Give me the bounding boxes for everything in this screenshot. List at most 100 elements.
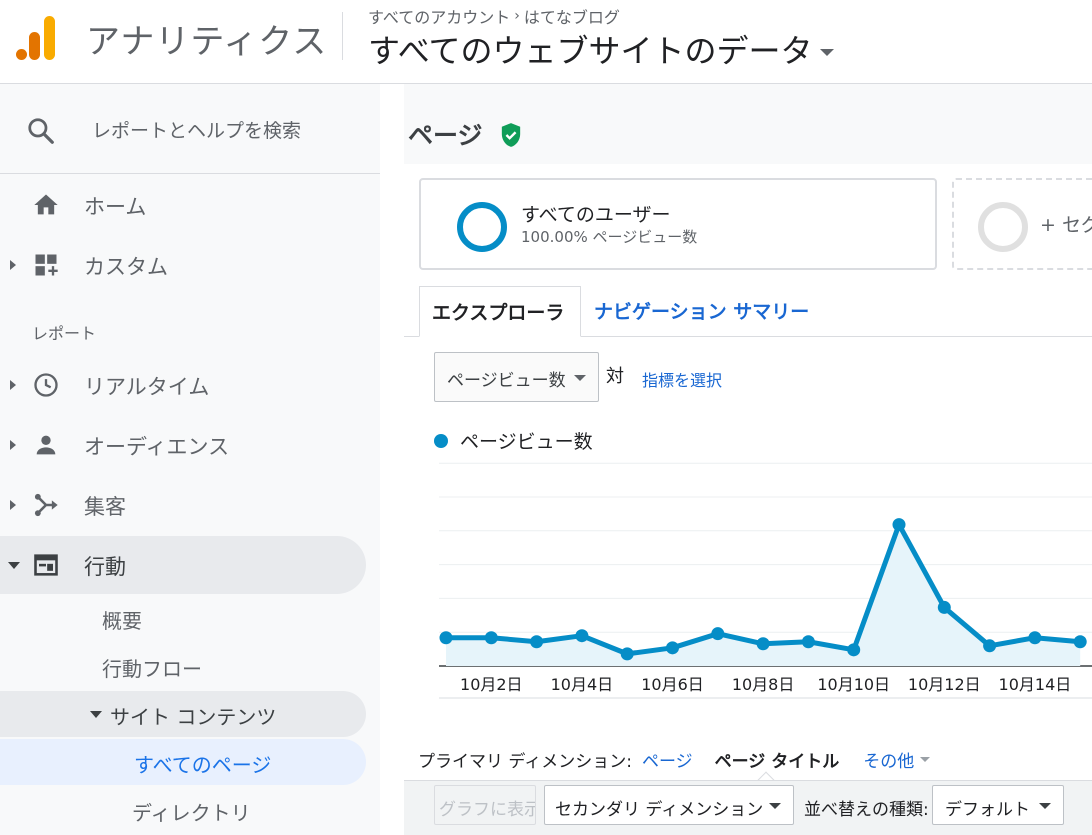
secondary-dimension-label: セカンダリ ディメンション <box>555 800 764 820</box>
chart-legend: ページビュー数 <box>434 427 593 454</box>
dimension-other-dropdown[interactable]: その他 <box>863 747 931 772</box>
verified-shield-icon[interactable] <box>500 122 522 148</box>
sidebar-item-realtime[interactable]: リアルタイム <box>0 356 366 414</box>
data-point[interactable] <box>1028 631 1042 645</box>
table-toolbar: グラフに表示 セカンダリ ディメンション 並べ替えの種類: デフォルト <box>404 780 1092 835</box>
metric-select[interactable]: ページビュー数 <box>434 352 599 402</box>
analytics-logo-icon[interactable] <box>16 16 58 60</box>
x-tick-label: 10月6日 <box>641 675 704 694</box>
add-segment-card[interactable]: + セグ <box>952 178 1092 270</box>
clock-icon <box>34 373 58 397</box>
acquisition-icon <box>34 493 58 517</box>
sidebar-subitem-overview[interactable]: 概要 <box>0 595 366 641</box>
sidebar-item-behavior[interactable]: 行動 <box>0 536 366 594</box>
data-point[interactable] <box>1073 635 1087 649</box>
data-point[interactable] <box>983 639 997 653</box>
segment-placeholder-ring <box>978 202 1028 252</box>
sidebar-item-home[interactable]: ホーム <box>0 176 366 234</box>
data-point[interactable] <box>439 631 453 645</box>
data-point[interactable] <box>620 647 634 661</box>
segment-color-ring <box>457 202 507 252</box>
sidebar-subitem-all-pages[interactable]: すべてのページ <box>0 739 366 785</box>
breadcrumb-account[interactable]: すべてのアカウント <box>368 4 510 28</box>
series-line <box>446 522 1081 657</box>
sidebar-item-label: ホーム <box>84 195 147 219</box>
chevron-down-icon[interactable] <box>90 711 102 718</box>
legend-dot <box>434 433 448 448</box>
data-point[interactable] <box>847 643 861 657</box>
data-point[interactable] <box>801 635 815 649</box>
plot-rows-button[interactable]: グラフに表示 <box>434 785 536 825</box>
dashboard-add-icon <box>35 254 58 276</box>
view-name: すべてのウェブサイトのデータ <box>368 32 813 70</box>
sidebar-subitem-label: 概要 <box>102 609 142 633</box>
sidebar-item-acquisition[interactable]: 集客 <box>0 476 366 534</box>
data-point[interactable] <box>892 518 906 532</box>
app-header: アナリティクス すべてのアカウント › はてなブログ すべてのウェブサイトのデー… <box>0 0 1092 84</box>
sidebar-item-label: 行動 <box>84 555 126 579</box>
versus-label: 対 <box>606 366 624 387</box>
chevron-right-icon[interactable] <box>10 500 16 510</box>
breadcrumb-separator: › <box>514 8 520 24</box>
sidebar: レポートとヘルプを検索 ホーム カスタム レポート リアルタイム オーディエンス <box>0 84 380 835</box>
chevron-down-icon[interactable] <box>8 562 20 569</box>
page-title: ページ <box>408 121 483 150</box>
person-icon <box>36 435 56 455</box>
sidebar-subitem-label: サイト コンテンツ <box>110 705 277 729</box>
segment-name: すべてのユーザー <box>521 204 671 226</box>
behavior-icon <box>34 554 58 576</box>
chevron-down-icon <box>920 756 931 762</box>
sidebar-subitem-flow[interactable]: 行動フロー <box>0 643 366 689</box>
home-icon <box>34 194 58 215</box>
sidebar-item-custom[interactable]: カスタム <box>0 236 366 294</box>
breadcrumb-property[interactable]: はてなブログ <box>524 4 620 28</box>
dimension-page-link[interactable]: ページ <box>642 747 693 772</box>
pageviews-chart[interactable]: 10月2日 10月4日 10月6日 10月8日 10月10日 10月12日 10月14日 <box>404 454 1092 704</box>
secondary-dimension-select[interactable]: セカンダリ ディメンション <box>544 785 794 825</box>
search-input[interactable]: レポートとヘルプを検索 <box>92 116 301 143</box>
sort-type-label: 並べ替えの種類: <box>804 800 929 820</box>
data-point[interactable] <box>937 600 951 614</box>
select-metric-link[interactable]: 指標を選択 <box>642 367 722 391</box>
primary-dimension-label: プライマリ ディメンション: <box>418 751 632 772</box>
data-point[interactable] <box>530 635 544 649</box>
primary-dimension-row: プライマリ ディメンション: ページ ページ タイトル その他 <box>418 744 1092 774</box>
sidebar-subitem-site-content[interactable]: サイト コンテンツ <box>0 691 366 737</box>
chevron-right-icon[interactable] <box>10 260 16 270</box>
legend-label: ページビュー数 <box>460 431 593 453</box>
sidebar-subitem-label: 行動フロー <box>102 657 202 681</box>
x-tick-label: 10月10日 <box>817 675 890 694</box>
sidebar-search[interactable]: レポートとヘルプを検索 <box>0 84 380 174</box>
segment-card-all-users[interactable]: すべてのユーザー 100.00% ページビュー数 <box>419 178 937 270</box>
data-point[interactable] <box>666 641 679 655</box>
chevron-right-icon[interactable] <box>10 380 16 390</box>
x-tick-label: 10月12日 <box>908 675 981 694</box>
segment-detail: 100.00% ページビュー数 <box>521 228 698 246</box>
sidebar-item-audience[interactable]: オーディエンス <box>0 416 366 474</box>
sidebar-item-label: オーディエンス <box>84 435 230 459</box>
data-point[interactable] <box>711 627 725 641</box>
sidebar-subitem-directory[interactable]: ディレクトリ <box>0 787 366 833</box>
sort-type-value: デフォルト <box>945 800 1030 820</box>
sidebar-item-label: カスタム <box>84 255 168 279</box>
add-segment-label: + セグ <box>1040 214 1092 236</box>
breadcrumb[interactable]: すべてのアカウント › はてなブログ <box>368 4 620 28</box>
data-point[interactable] <box>484 631 498 645</box>
tab-navigation-summary[interactable]: ナビゲーション サマリー <box>594 297 809 324</box>
app-name: アナリティクス <box>86 22 328 62</box>
sort-type-select[interactable]: デフォルト <box>932 785 1064 825</box>
sidebar-subitem-label: ディレクトリ <box>132 801 251 825</box>
metric-select-value: ページビュー数 <box>447 371 566 391</box>
tab-explorer[interactable]: エクスプローラ <box>419 286 581 337</box>
chevron-right-icon[interactable] <box>10 440 16 450</box>
data-point[interactable] <box>575 629 589 643</box>
data-point[interactable] <box>756 637 770 651</box>
chevron-down-icon <box>574 375 586 381</box>
sidebar-item-label: リアルタイム <box>84 375 210 399</box>
dimension-page-title[interactable]: ページ タイトル <box>715 747 840 772</box>
chevron-down-icon <box>1039 803 1051 809</box>
x-tick-label: 10月8日 <box>732 675 795 694</box>
main-content: ページ すべてのユーザー 100.00% ページビュー数 + セグ エクスプロー… <box>404 84 1092 835</box>
x-tick-label: 10月2日 <box>460 675 523 694</box>
view-selector[interactable]: すべてのウェブサイトのデータ <box>368 26 835 72</box>
